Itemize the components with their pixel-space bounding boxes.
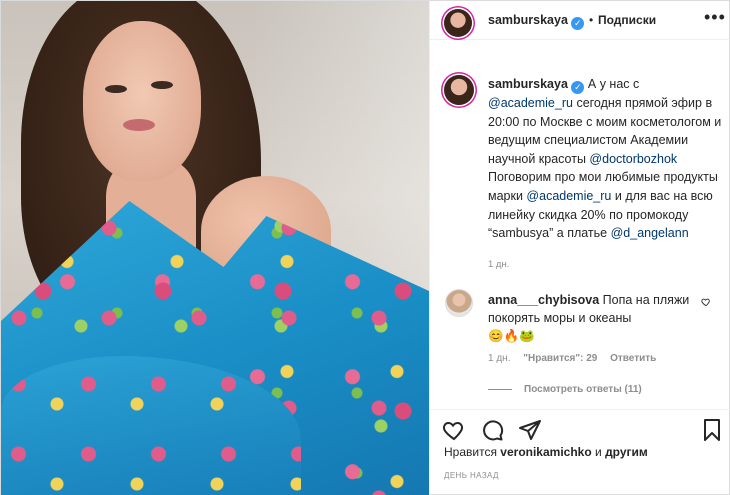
reply-button[interactable]: Ответить <box>610 353 656 364</box>
left-eye <box>105 85 127 93</box>
mention-link[interactable]: @academie_ru <box>526 189 611 203</box>
commenter-avatar[interactable] <box>445 289 473 317</box>
right-eye <box>151 81 173 89</box>
face <box>83 21 201 181</box>
header-separator: • <box>589 13 594 27</box>
comment: anna___chybisova Попа на пляжи покорять … <box>488 291 703 345</box>
post-header: samburskaya ✓ • Подписки ••• <box>430 1 730 40</box>
comment-icon[interactable] <box>480 418 504 442</box>
following-button[interactable]: Подписки <box>598 13 656 27</box>
mention-link[interactable]: @doctorbozhok <box>589 152 677 166</box>
post-photo[interactable] <box>1 1 429 495</box>
replies-divider-line <box>488 388 512 390</box>
likes-prefix: Нравится <box>444 445 497 459</box>
comment-meta: 1 дн. "Нравится": 29 Ответить <box>488 353 666 364</box>
more-options-button[interactable]: ••• <box>704 7 726 28</box>
instagram-post: samburskaya ✓ • Подписки ••• samburskaya… <box>0 0 730 495</box>
view-replies-button[interactable]: Посмотреть ответы (11) <box>488 384 642 395</box>
post-caption: samburskaya ✓ А у нас с @academie_ru сег… <box>488 75 723 243</box>
caption-avatar[interactable] <box>444 75 474 105</box>
caption-username[interactable]: samburskaya <box>488 77 568 91</box>
likes-summary: Нравится veronikamichko и другим <box>444 445 648 459</box>
post-date[interactable]: ДЕНЬ НАЗАД <box>444 471 499 480</box>
author-username[interactable]: samburskaya <box>488 13 568 27</box>
author-line: samburskaya ✓ <box>488 13 585 30</box>
mention-link[interactable]: @d_angelann <box>611 226 689 240</box>
share-icon[interactable] <box>518 418 542 442</box>
lips <box>123 119 155 131</box>
post-sidebar: samburskaya ✓ • Подписки ••• samburskaya… <box>429 1 730 495</box>
verified-icon: ✓ <box>571 17 585 30</box>
verified-icon: ✓ <box>571 81 585 94</box>
likes-user[interactable]: veronikamichko <box>500 445 591 459</box>
comment-likes[interactable]: "Нравится": 29 <box>523 353 597 364</box>
likes-others[interactable]: другим <box>605 445 648 459</box>
mention-link[interactable]: @academie_ru <box>488 96 573 110</box>
likes-and: и <box>595 445 602 459</box>
comment-emojis: 😊🔥🐸 <box>488 329 535 343</box>
comment-like-heart-icon[interactable] <box>701 297 711 307</box>
view-replies-label: Посмотреть ответы (11) <box>524 384 642 395</box>
bookmark-icon[interactable] <box>700 418 724 442</box>
commenter-username[interactable]: anna___chybisova <box>488 293 599 307</box>
caption-time[interactable]: 1 дн. <box>488 259 509 270</box>
heart-icon[interactable] <box>442 418 466 442</box>
comment-time[interactable]: 1 дн. <box>488 353 510 364</box>
author-avatar[interactable] <box>444 9 472 37</box>
caption-text: А у нас с <box>587 77 640 91</box>
